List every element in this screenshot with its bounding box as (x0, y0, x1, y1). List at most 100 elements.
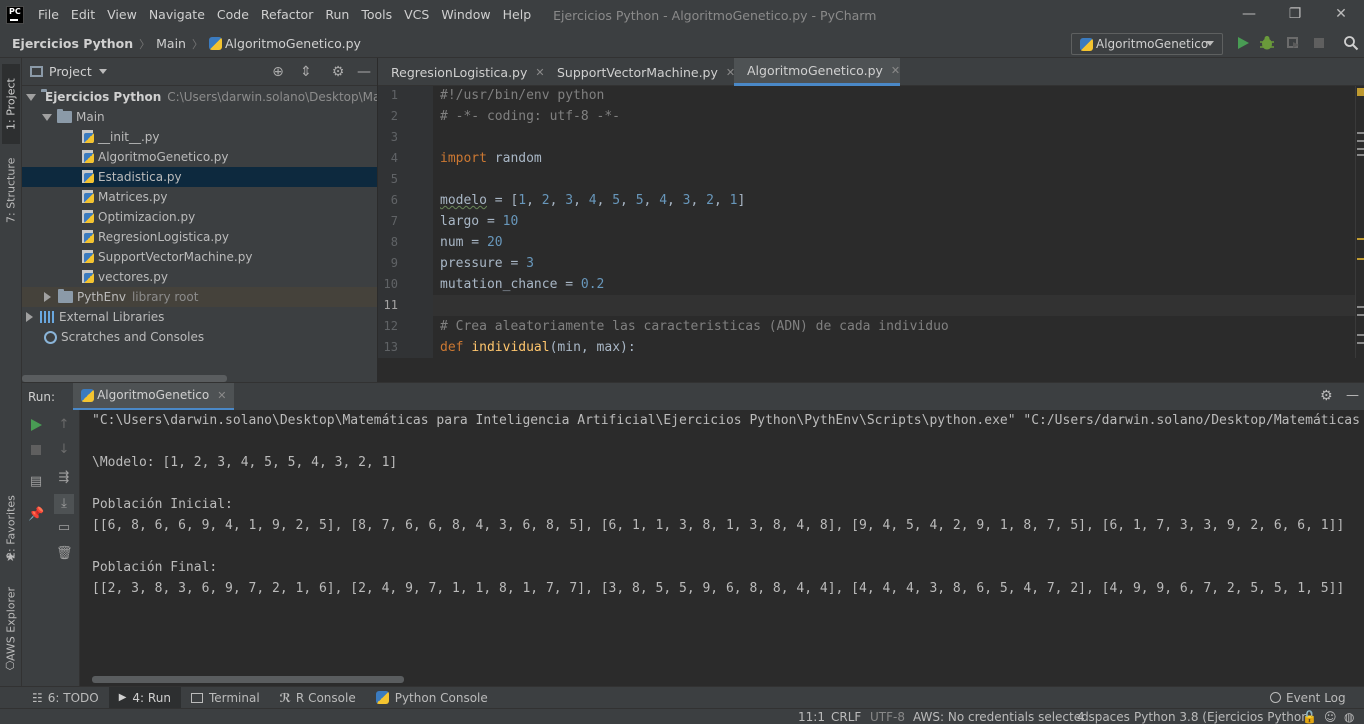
menu-view[interactable]: View (101, 0, 143, 30)
event-log-button[interactable]: Event Log (1260, 687, 1356, 709)
code-editor[interactable]: #!/usr/bin/env python # -*- coding: utf-… (433, 86, 1355, 358)
stripe-marker[interactable] (1357, 306, 1364, 308)
code-keyword: def (440, 340, 464, 355)
tool-button-run[interactable]: ▶ 4: Run (108, 686, 181, 709)
tree-item-file[interactable]: __init__.py (22, 127, 377, 147)
editor-error-stripe[interactable] (1355, 86, 1364, 358)
tree-item-project-root[interactable]: Ejercicios Python C:\Users\darwin.solano… (22, 87, 377, 107)
line-separator[interactable]: CRLF (831, 710, 861, 724)
tree-item-file[interactable]: vectores.py (22, 267, 377, 287)
run-configuration-select[interactable]: AlgoritmoGenetico (1071, 33, 1223, 55)
locate-file-button[interactable]: ⊕ (270, 64, 286, 80)
run-button[interactable] (1235, 35, 1251, 51)
editor-tab-regresionlogistica[interactable]: RegresionLogistica.py ✕ (378, 58, 545, 86)
chevron-down-icon[interactable] (98, 69, 107, 74)
tool-tab-aws-explorer[interactable]: AWS Explorer (2, 586, 20, 662)
close-tab-icon[interactable]: ✕ (891, 64, 900, 77)
scroll-down-button[interactable]: ↓ (56, 442, 72, 458)
editor-tab-algoritmogenetico[interactable]: AlgoritmoGenetico.py ✕ (734, 58, 900, 86)
search-everywhere-button[interactable] (1343, 35, 1359, 51)
indent-setting[interactable]: 4 spaces (1077, 710, 1130, 724)
aws-credentials-status[interactable]: AWS: No credentials selected (913, 710, 1089, 724)
menu-refactor[interactable]: Refactor (255, 0, 319, 30)
rerun-button[interactable] (28, 417, 44, 433)
tool-tab-structure[interactable]: 7: Structure (2, 150, 20, 230)
breadcrumb-project[interactable]: Ejercicios Python (12, 36, 133, 51)
warning-marker[interactable] (1357, 258, 1364, 260)
warning-marker-icon[interactable] (1357, 88, 1364, 96)
run-settings-button[interactable]: ⚙ (1320, 388, 1333, 404)
tool-tab-project[interactable]: 1: Project (2, 64, 20, 144)
menu-file[interactable]: File (32, 0, 65, 30)
tree-item-pythenv[interactable]: PythEnv library root (22, 287, 377, 307)
tool-button-todo[interactable]: ☷ 6: TODO (22, 687, 109, 709)
soft-wrap-button[interactable]: ⇶ (56, 470, 72, 486)
scroll-up-button[interactable]: ↑ (56, 417, 72, 433)
menu-navigate[interactable]: Navigate (143, 0, 211, 30)
tree-item-file[interactable]: SupportVectorMachine.py (22, 247, 377, 267)
run-tab-algoritmogenetico[interactable]: AlgoritmoGenetico ✕ (73, 382, 235, 411)
tree-item-main[interactable]: Main (22, 107, 377, 127)
tree-item-file[interactable]: RegresionLogistica.py (22, 227, 377, 247)
scroll-to-end-button[interactable]: ⤓ (54, 494, 74, 514)
stripe-marker[interactable] (1357, 314, 1364, 316)
menu-edit[interactable]: Edit (65, 0, 101, 30)
file-encoding[interactable]: UTF-8 (870, 710, 905, 724)
pin-tab-button[interactable]: 📌 (28, 507, 44, 523)
stop-button[interactable] (28, 442, 44, 458)
tool-button-label: 4: Run (132, 690, 171, 705)
stripe-marker[interactable] (1357, 342, 1364, 344)
cursor-position[interactable]: 11:1 (798, 710, 825, 724)
warning-marker[interactable] (1357, 238, 1364, 240)
minimize-button[interactable]: — (1226, 0, 1272, 30)
collapse-all-button[interactable]: ⇕ (298, 64, 314, 80)
close-tab-icon[interactable]: ✕ (217, 389, 226, 402)
tree-item-file[interactable]: Matrices.py (22, 187, 377, 207)
stripe-marker[interactable] (1357, 334, 1364, 336)
stripe-marker[interactable] (1357, 132, 1364, 134)
menu-tools[interactable]: Tools (355, 0, 398, 30)
stripe-marker[interactable] (1357, 154, 1364, 156)
menu-run[interactable]: Run (319, 0, 355, 30)
horizontal-scrollbar[interactable] (92, 676, 404, 683)
tool-button-terminal[interactable]: Terminal (181, 687, 270, 709)
stripe-marker[interactable] (1357, 140, 1364, 142)
notifications-icon[interactable]: ◍ (1344, 710, 1354, 724)
print-button[interactable]: ▭ (56, 520, 72, 536)
breadcrumb-file[interactable]: AlgoritmoGenetico.py (225, 36, 361, 51)
menu-code[interactable]: Code (211, 0, 255, 30)
tree-item-external-libraries[interactable]: External Libraries (22, 307, 377, 327)
tree-item-scratches[interactable]: Scratches and Consoles (22, 327, 377, 347)
menu-window[interactable]: Window (435, 0, 496, 30)
project-panel-title[interactable]: Project (49, 64, 92, 79)
stop-button[interactable] (1311, 35, 1327, 51)
clear-all-button[interactable]: 🗑 (56, 546, 73, 562)
menu-help[interactable]: Help (497, 0, 538, 30)
editor-tab-supportvectormachine[interactable]: SupportVectorMachine.py ✕ (544, 58, 735, 86)
project-settings-button[interactable]: ⚙ (330, 64, 346, 80)
hide-panel-button[interactable]: — (356, 64, 372, 80)
restore-button[interactable]: ❐ (1272, 0, 1318, 30)
layout-button[interactable]: ▤ (28, 474, 44, 490)
python-interpreter[interactable]: Python 3.8 (Ejercicios Python) (1134, 710, 1314, 724)
tool-button-r-console[interactable]: ℛ R Console (270, 687, 366, 709)
editor-tab-bar: RegresionLogistica.py ✕ SupportVectorMac… (378, 58, 1364, 86)
code-number: 1 (518, 193, 527, 208)
run-console-output[interactable]: "C:\Users\darwin.solano\Desktop\Matemáti… (80, 410, 1364, 686)
tree-item-file[interactable]: Optimizacion.py (22, 207, 377, 227)
stripe-marker[interactable] (1357, 148, 1364, 150)
horizontal-scrollbar[interactable] (22, 375, 227, 382)
inspection-icon[interactable]: ☺ (1324, 710, 1337, 724)
tool-button-python-console[interactable]: Python Console (366, 687, 498, 709)
project-panel-header: Project (22, 58, 377, 86)
tree-item-file[interactable]: AlgoritmoGenetico.py (22, 147, 377, 167)
tree-item-file-selected[interactable]: Estadistica.py (22, 167, 377, 187)
close-button[interactable]: ✕ (1318, 0, 1364, 30)
menu-vcs[interactable]: VCS (398, 0, 435, 30)
hide-run-panel-button[interactable]: — (1346, 388, 1359, 403)
breadcrumb-folder[interactable]: Main (156, 36, 186, 51)
coverage-button[interactable] (1285, 35, 1301, 51)
debug-button[interactable] (1259, 35, 1275, 51)
collapse-arrow-icon (26, 312, 33, 322)
lock-icon[interactable]: 🔓 (1302, 710, 1317, 724)
